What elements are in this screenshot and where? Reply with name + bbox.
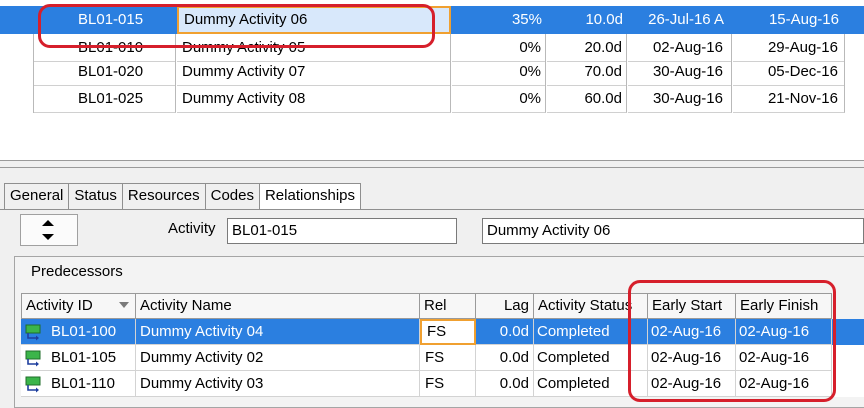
percent-complete-cell[interactable]: 0% xyxy=(452,58,546,86)
details-tab-bar: General Status Resources Codes Relations… xyxy=(4,183,362,210)
activity-name-cell[interactable]: Dummy Activity 06 xyxy=(177,6,451,34)
activity-navigator[interactable] xyxy=(20,214,78,246)
predecessor-id-cell[interactable]: BL01-105 xyxy=(21,345,136,371)
row-selector[interactable] xyxy=(0,58,34,86)
tab-resources[interactable]: Resources xyxy=(121,183,206,209)
relationship-type-cell[interactable]: FS xyxy=(420,319,476,345)
finish-cell[interactable]: 05-Dec-16 xyxy=(733,58,845,86)
activity-row[interactable]: BL01-015 Dummy Activity 06 35% 10.0d 26-… xyxy=(0,6,864,34)
column-header-activity-id[interactable]: Activity ID xyxy=(21,293,136,319)
relationship-type-cell[interactable]: FS xyxy=(420,371,476,397)
status-cell[interactable]: Completed xyxy=(534,319,648,345)
status-cell[interactable]: Completed xyxy=(534,345,648,371)
activity-name-cell[interactable]: Dummy Activity 08 xyxy=(177,85,451,113)
tab-general[interactable]: General xyxy=(4,183,70,209)
row-selector[interactable] xyxy=(0,85,34,113)
predecessor-row[interactable]: BL01-105 Dummy Activity 02 FS 0.0d Compl… xyxy=(21,345,864,371)
completed-task-icon xyxy=(25,324,41,341)
start-cell[interactable]: 26-Jul-16 A xyxy=(628,6,732,34)
completed-task-icon xyxy=(25,376,41,393)
finish-cell[interactable]: 15-Aug-16 xyxy=(733,6,845,34)
column-header-label: Activity ID xyxy=(26,297,93,314)
predecessors-title: Predecessors xyxy=(31,263,123,280)
completed-task-icon xyxy=(25,350,41,367)
activity-row[interactable]: BL01-020 Dummy Activity 07 0% 70.0d 30-A… xyxy=(0,58,864,86)
duration-cell[interactable]: 60.0d xyxy=(547,85,627,113)
activity-id-cell[interactable]: BL01-025 xyxy=(34,85,176,113)
early-start-cell[interactable]: 02-Aug-16 xyxy=(648,371,736,397)
column-header-activity-status[interactable]: Activity Status xyxy=(534,293,648,319)
predecessor-row[interactable]: BL01-110 Dummy Activity 03 FS 0.0d Compl… xyxy=(21,371,864,397)
column-header-early-start[interactable]: Early Start xyxy=(648,293,736,319)
activity-details-pane: General Status Resources Codes Relations… xyxy=(0,168,864,408)
activity-table: BL01-015 Dummy Activity 06 35% 10.0d 26-… xyxy=(0,0,864,118)
row-selector[interactable] xyxy=(0,6,34,34)
early-start-cell[interactable]: 02-Aug-16 xyxy=(648,319,736,345)
tab-divider xyxy=(0,209,864,210)
predecessor-name-cell[interactable]: Dummy Activity 02 xyxy=(136,345,420,371)
early-start-cell[interactable]: 02-Aug-16 xyxy=(648,345,736,371)
column-header-early-finish[interactable]: Early Finish xyxy=(736,293,832,319)
start-cell[interactable]: 30-Aug-16 xyxy=(628,58,732,86)
activity-id-cell[interactable]: BL01-020 xyxy=(34,58,176,86)
activity-id-cell[interactable]: BL01-015 xyxy=(34,6,176,34)
arrow-down-icon[interactable] xyxy=(42,234,54,240)
activity-id-field[interactable]: BL01-015 xyxy=(227,218,457,244)
activity-row[interactable]: BL01-025 Dummy Activity 08 0% 60.0d 30-A… xyxy=(0,85,864,113)
finish-cell[interactable]: 21-Nov-16 xyxy=(733,85,845,113)
predecessor-id-cell[interactable]: BL01-100 xyxy=(21,319,136,345)
relationship-type-cell[interactable]: FS xyxy=(420,345,476,371)
predecessor-name-cell[interactable]: Dummy Activity 04 xyxy=(136,319,420,345)
early-finish-cell[interactable]: 02-Aug-16 xyxy=(736,319,832,345)
early-finish-cell[interactable]: 02-Aug-16 xyxy=(736,371,832,397)
activity-name-field[interactable]: Dummy Activity 06 xyxy=(482,218,864,244)
predecessors-panel: Predecessors Activity ID Activity Name R… xyxy=(14,256,864,408)
column-header-rel[interactable]: Rel xyxy=(420,293,476,319)
tab-status[interactable]: Status xyxy=(68,183,123,209)
duration-cell[interactable]: 70.0d xyxy=(547,58,627,86)
lag-cell[interactable]: 0.0d xyxy=(476,371,534,397)
predecessor-id: BL01-105 xyxy=(51,349,117,366)
activity-name-cell[interactable]: Dummy Activity 07 xyxy=(177,58,451,86)
predecessor-id-cell[interactable]: BL01-110 xyxy=(21,371,136,397)
pane-splitter[interactable] xyxy=(0,160,864,168)
predecessor-id: BL01-100 xyxy=(51,323,117,340)
predecessor-row[interactable]: BL01-100 Dummy Activity 04 FS 0.0d Compl… xyxy=(21,319,864,345)
tab-codes[interactable]: Codes xyxy=(204,183,260,209)
predecessors-header: Activity ID Activity Name Rel Lag Activi… xyxy=(21,293,864,319)
status-cell[interactable]: Completed xyxy=(534,371,648,397)
duration-cell[interactable]: 10.0d xyxy=(547,6,627,34)
early-finish-cell[interactable]: 02-Aug-16 xyxy=(736,345,832,371)
lag-cell[interactable]: 0.0d xyxy=(476,319,534,345)
percent-complete-cell[interactable]: 0% xyxy=(452,85,546,113)
sort-arrow-icon[interactable] xyxy=(119,302,129,308)
arrow-up-icon[interactable] xyxy=(42,220,54,226)
predecessor-name-cell[interactable]: Dummy Activity 03 xyxy=(136,371,420,397)
lag-cell[interactable]: 0.0d xyxy=(476,345,534,371)
predecessor-id: BL01-110 xyxy=(51,375,115,392)
percent-complete-cell[interactable]: 35% xyxy=(452,6,546,34)
activity-label: Activity xyxy=(168,220,216,237)
start-cell[interactable]: 30-Aug-16 xyxy=(628,85,732,113)
column-header-lag[interactable]: Lag xyxy=(476,293,534,319)
column-header-activity-name[interactable]: Activity Name xyxy=(136,293,420,319)
tab-relationships[interactable]: Relationships xyxy=(258,183,362,210)
